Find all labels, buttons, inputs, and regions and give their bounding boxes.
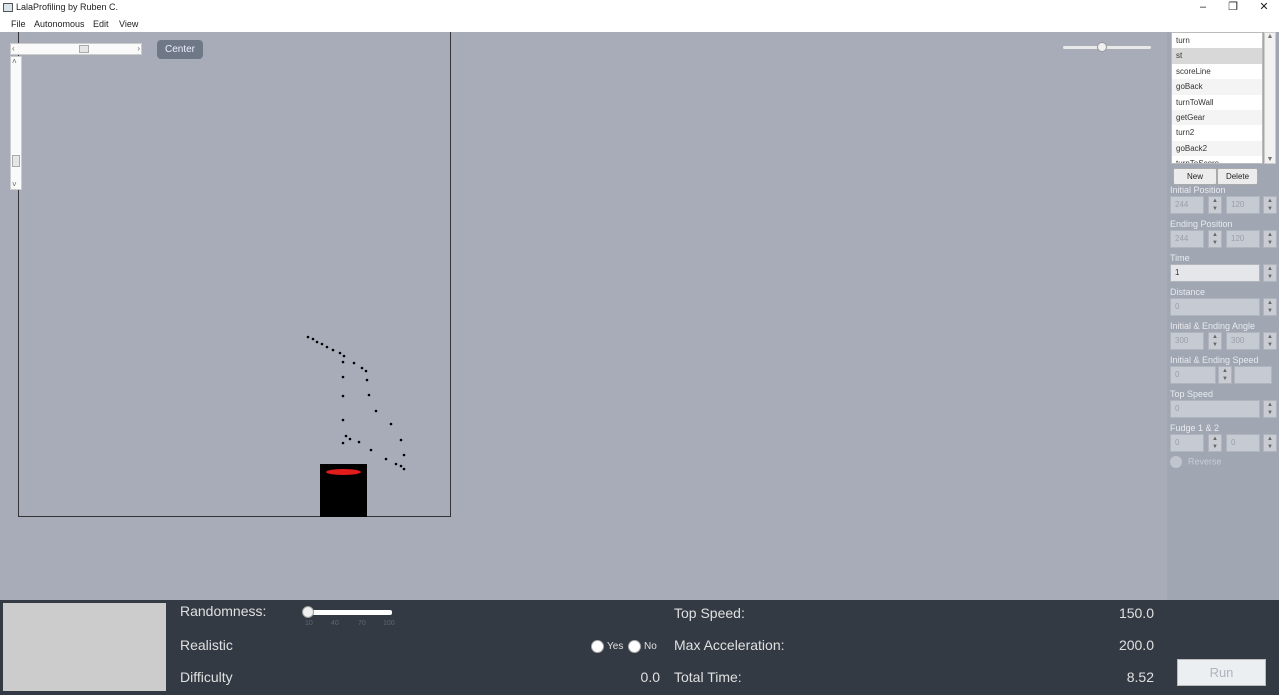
- total-time-value: 8.52: [1126, 669, 1154, 685]
- fudge-1-stepper[interactable]: ▲ ▼: [1208, 434, 1222, 452]
- new-button[interactable]: New: [1173, 168, 1217, 185]
- minimize-button[interactable]: –: [1188, 0, 1218, 16]
- list-item[interactable]: getGear: [1172, 109, 1262, 126]
- robot-heading-marker: [326, 469, 361, 475]
- center-button[interactable]: Center: [157, 40, 203, 59]
- realistic-no-option[interactable]: No: [628, 640, 657, 653]
- simulation-bar: Randomness: 10 40 70 100 Realistic Yes N…: [0, 600, 1279, 695]
- initial-position-y-stepper[interactable]: ▲ ▼: [1263, 196, 1277, 214]
- zoom-slider-knob[interactable]: [1097, 42, 1107, 52]
- reverse-toggle[interactable]: Reverse: [1170, 456, 1222, 468]
- speed-label: Initial & Ending Speed: [1170, 355, 1259, 365]
- angle-label: Initial & Ending Angle: [1170, 321, 1256, 331]
- ending-position-y-stepper[interactable]: ▲ ▼: [1263, 230, 1277, 248]
- radio-yes-icon[interactable]: [591, 640, 604, 653]
- randomness-label: Randomness:: [180, 603, 267, 619]
- scroll-up-arrow-icon[interactable]: ˄: [12, 57, 17, 66]
- randomness-slider-knob[interactable]: [302, 606, 314, 618]
- realistic-label: Realistic: [180, 637, 233, 653]
- time-stepper[interactable]: ▲ ▼: [1263, 264, 1277, 282]
- randomness-slider[interactable]: [302, 606, 392, 618]
- path-trail: [306, 335, 406, 471]
- distance-label: Distance: [1170, 287, 1206, 297]
- list-item[interactable]: goBack2: [1172, 140, 1262, 157]
- horizontal-scrollbar[interactable]: ‹ ›: [10, 43, 142, 55]
- initial-angle-stepper[interactable]: ▲ ▼: [1208, 332, 1222, 350]
- initial-position-x-stepper[interactable]: ▲ ▼: [1208, 196, 1222, 214]
- field-canvas[interactable]: ‹ › ˄ ˅ Center: [0, 32, 1167, 600]
- time-field[interactable]: 1: [1170, 264, 1260, 282]
- horizontal-scroll-thumb[interactable]: [79, 45, 89, 53]
- app-icon: [3, 3, 13, 12]
- ending-position-label: Ending Position: [1170, 219, 1233, 229]
- top-speed-field[interactable]: 0: [1170, 400, 1260, 418]
- initial-speed-stepper[interactable]: ▲ ▼: [1218, 366, 1232, 384]
- initial-position-label: Initial Position: [1170, 185, 1226, 195]
- fudge-1-field[interactable]: 0: [1170, 434, 1204, 452]
- menu-file[interactable]: File: [11, 19, 26, 29]
- list-item[interactable]: turn2: [1172, 125, 1262, 140]
- initial-position-y-field[interactable]: 120: [1226, 196, 1260, 214]
- delete-button[interactable]: Delete: [1217, 168, 1258, 185]
- top-speed-label: Top Speed: [1170, 389, 1214, 399]
- top-speed-summary-label: Top Speed:: [674, 605, 745, 621]
- scroll-down-arrow-icon[interactable]: ˅: [12, 180, 17, 189]
- initial-speed-field[interactable]: 0: [1170, 366, 1216, 384]
- scroll-left-arrow-icon[interactable]: ‹: [12, 44, 15, 53]
- list-item[interactable]: st: [1172, 48, 1262, 64]
- ending-position-y-field[interactable]: 120: [1226, 230, 1260, 248]
- difficulty-label: Difficulty: [180, 669, 233, 685]
- list-item[interactable]: turnToScore: [1172, 156, 1262, 163]
- fudge-label: Fudge 1 & 2: [1170, 423, 1220, 433]
- run-button[interactable]: Run: [1177, 659, 1266, 686]
- list-scroll-down-icon[interactable]: ▼: [1265, 156, 1275, 163]
- reverse-label: Reverse: [1188, 456, 1222, 467]
- total-time-label: Total Time:: [674, 669, 742, 685]
- list-item[interactable]: scoreLine: [1172, 64, 1262, 79]
- title-bar: LalaProfiling by Ruben C. – ❐ ✕: [0, 0, 1279, 16]
- distance-stepper[interactable]: ▲ ▼: [1263, 298, 1277, 316]
- reverse-radio-icon[interactable]: [1170, 456, 1182, 468]
- list-scroll-up-icon[interactable]: ▲: [1265, 33, 1275, 40]
- menu-edit[interactable]: Edit: [93, 19, 109, 29]
- list-item[interactable]: goBack: [1172, 79, 1262, 95]
- top-speed-stepper[interactable]: ▲ ▼: [1263, 400, 1277, 418]
- list-item[interactable]: turn: [1172, 33, 1262, 48]
- initial-position-x-field[interactable]: 244: [1170, 196, 1204, 214]
- ending-speed-field[interactable]: [1234, 366, 1272, 384]
- zoom-slider[interactable]: [1063, 42, 1151, 52]
- fudge-2-stepper[interactable]: ▲ ▼: [1263, 434, 1277, 452]
- ending-angle-field[interactable]: 300: [1226, 332, 1260, 350]
- ending-angle-stepper[interactable]: ▲ ▼: [1263, 332, 1277, 350]
- menu-bar: File Autonomous Edit View: [0, 16, 1279, 32]
- max-acceleration-label: Max Acceleration:: [674, 637, 785, 653]
- realistic-yes-option[interactable]: Yes: [591, 640, 623, 653]
- close-button[interactable]: ✕: [1249, 0, 1279, 16]
- preview-area: [3, 603, 166, 691]
- radio-no-icon[interactable]: [628, 640, 641, 653]
- segment-editor-panel: turn st scoreLine goBack turnToWall getG…: [1167, 32, 1279, 600]
- ending-position-x-field[interactable]: 244: [1170, 230, 1204, 248]
- menu-view[interactable]: View: [119, 19, 138, 29]
- max-acceleration-value: 200.0: [1118, 637, 1154, 653]
- menu-autonomous[interactable]: Autonomous: [34, 19, 85, 29]
- initial-angle-field[interactable]: 300: [1170, 332, 1204, 350]
- list-scrollbar[interactable]: ▲ ▼: [1264, 32, 1276, 164]
- distance-field[interactable]: 0: [1170, 298, 1260, 316]
- fudge-2-field[interactable]: 0: [1226, 434, 1260, 452]
- list-item[interactable]: turnToWall: [1172, 95, 1262, 110]
- scroll-right-arrow-icon[interactable]: ›: [137, 44, 140, 53]
- top-speed-value: 150.0: [1118, 605, 1154, 621]
- maximize-button[interactable]: ❐: [1218, 0, 1248, 16]
- window-title: LalaProfiling by Ruben C.: [16, 2, 119, 12]
- autonomous-list[interactable]: turn st scoreLine goBack turnToWall getG…: [1171, 32, 1263, 164]
- vertical-scroll-thumb[interactable]: [12, 155, 20, 167]
- vertical-scrollbar[interactable]: ˄ ˅: [10, 56, 22, 190]
- ending-position-x-stepper[interactable]: ▲ ▼: [1208, 230, 1222, 248]
- difficulty-value: 0.0: [640, 669, 660, 685]
- robot[interactable]: [320, 464, 367, 517]
- time-label: Time: [1170, 253, 1190, 263]
